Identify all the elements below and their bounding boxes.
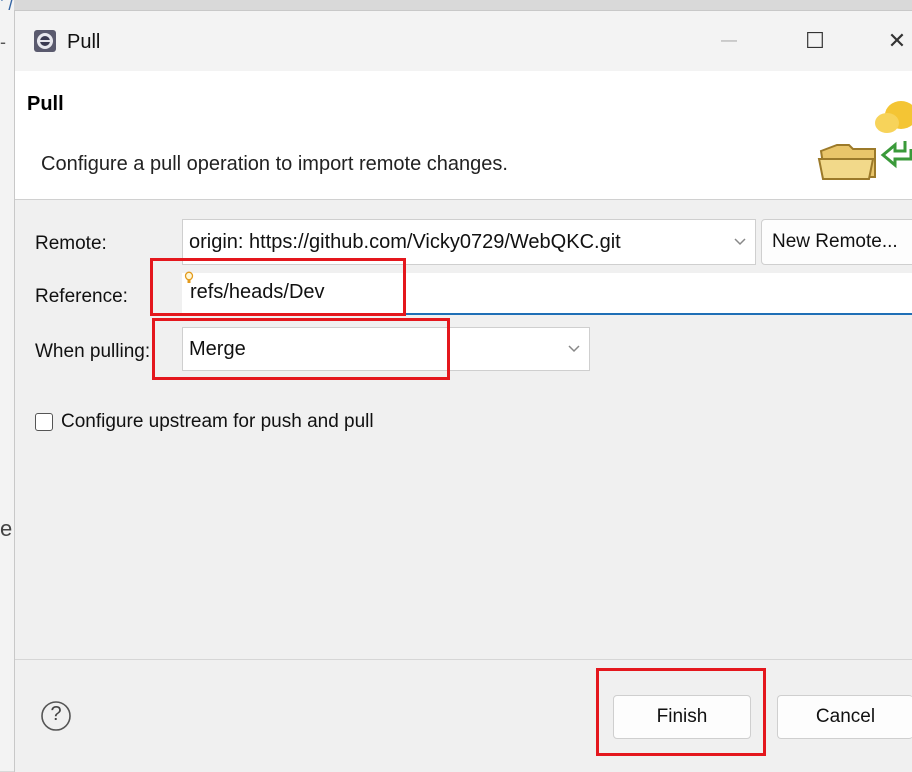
upstream-checkbox[interactable] [35,413,53,431]
background-text-fragment: ’ / [0,0,14,14]
cancel-button[interactable]: Cancel [777,695,912,739]
upstream-checkbox-row[interactable]: Configure upstream for push and pull [35,411,374,433]
when-pulling-value: Merge [189,337,246,360]
minimize-icon: — [721,32,737,49]
page-title: Pull [27,93,64,115]
close-icon: ✕ [887,28,907,53]
new-remote-label: New Remote... [772,231,898,252]
background-app [0,0,14,771]
close-button[interactable]: ✕ [867,23,912,59]
when-pulling-label: When pulling: [35,341,151,362]
chevron-down-icon [559,345,589,353]
help-glyph: ? [50,703,62,725]
eclipse-app-icon [34,30,56,52]
finish-label: Finish [656,706,708,727]
maximize-icon: ☐ [805,28,825,53]
window-title: Pull [67,31,101,53]
when-pulling-combo[interactable]: Merge [182,327,590,371]
page-description: Configure a pull operation to import rem… [41,153,508,175]
chevron-down-icon [725,238,755,246]
background-text-fragment: e [0,516,13,541]
title-bar[interactable]: Pull — ☐ ✕ [15,11,912,71]
reference-input[interactable]: refs/heads/Dev [182,271,912,315]
wizard-header: Pull Configure a pull operation to impor… [15,71,912,200]
footer-divider [15,659,912,660]
pull-banner-icon [817,101,912,180]
minimize-button[interactable]: — [699,23,759,59]
cancel-label: Cancel [815,706,876,727]
upstream-checkbox-label: Configure upstream for push and pull [61,411,374,432]
remote-value: origin: https://github.com/Vicky0729/Web… [189,230,621,253]
help-button[interactable]: ? [39,699,73,733]
remote-combo[interactable]: origin: https://github.com/Vicky0729/Web… [182,219,756,265]
finish-button[interactable]: Finish [613,695,751,739]
reference-label: Reference: [35,286,128,307]
pull-dialog: Pull — ☐ ✕ Pull Configure a pull operati… [14,10,912,772]
reference-value: refs/heads/Dev [190,281,325,303]
remote-label: Remote: [35,233,107,254]
new-remote-button[interactable]: New Remote... [761,219,912,265]
background-text-fragment: - [0,32,6,52]
maximize-button[interactable]: ☐ [785,23,845,59]
